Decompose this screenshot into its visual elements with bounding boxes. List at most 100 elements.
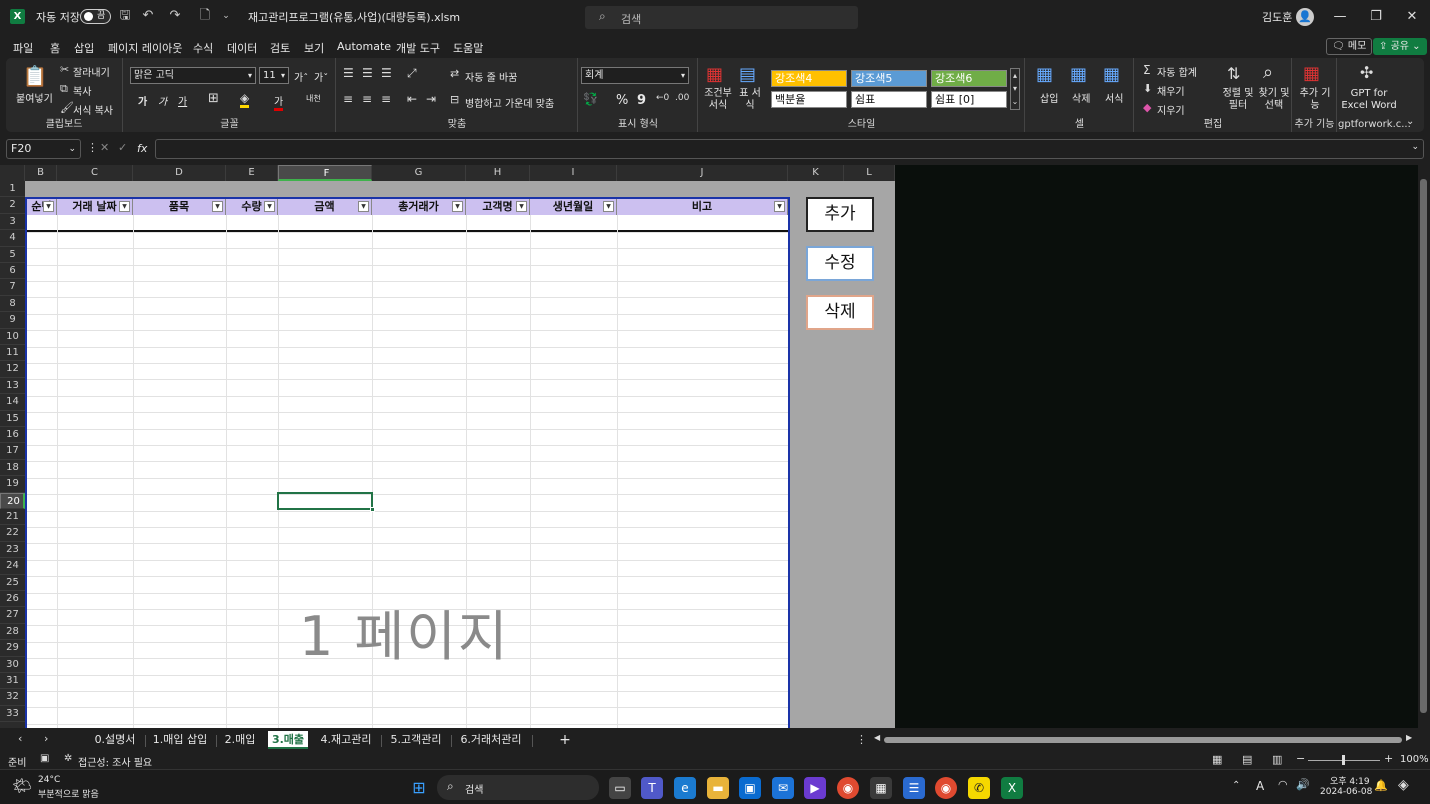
taskbar-search[interactable]: ⌕ 검색 [437,775,599,800]
copy-button[interactable]: 복사 [73,83,91,98]
memo-button[interactable]: 🗨 메모 [1326,38,1373,55]
zoom-out-icon[interactable]: − [1296,752,1305,765]
media-player-icon[interactable]: ▶ [804,777,826,799]
chrome-icon-2[interactable]: ◉ [935,777,957,799]
chrome-icon[interactable]: ◉ [837,777,859,799]
column-header[interactable]: C [57,165,133,181]
search-box[interactable]: ⌕ 검색 [585,6,858,29]
store-icon[interactable]: ▣ [739,777,761,799]
comma-button[interactable]: 9 [637,93,646,108]
normal-view-icon[interactable]: ▦ [1212,753,1222,766]
merge-center-button[interactable]: 병합하고 가운데 맞춤 [465,95,554,110]
close-icon[interactable]: ✕ [1402,7,1422,27]
kakaotalk-icon[interactable]: ✆ [968,777,990,799]
column-header-selected[interactable]: F [278,165,372,181]
tray-overflow-icon[interactable]: ⌃ [1232,780,1240,791]
paste-button[interactable]: 붙여넣기 [16,90,53,105]
tab-data[interactable]: 데이터 [227,40,257,56]
enter-icon[interactable]: ✓ [118,141,127,154]
teams-icon[interactable]: T [641,777,663,799]
filter-dropdown-icon[interactable]: ▼ [119,201,130,212]
prev-sheet-icon[interactable]: ‹ [18,732,22,745]
volume-icon[interactable]: 🔊 [1296,778,1310,791]
delete-cells-button[interactable]: 삭제 [1072,90,1090,105]
column-header[interactable]: K [788,165,844,181]
style-accent5[interactable]: 강조색5 [851,70,927,87]
row-header[interactable]: 29 [0,640,25,657]
filter-dropdown-icon[interactable]: ▼ [603,201,614,212]
formula-input[interactable]: ⌄ [155,139,1424,159]
sheet-tab[interactable]: 1.매입 삽입 [146,731,214,749]
table-header-cell[interactable]: 생년월일 ▼ [530,199,617,215]
notification-bell-icon[interactable]: 🔔 [1374,779,1388,792]
style-accent6[interactable]: 강조색6 [931,70,1007,87]
tab-view[interactable]: 보기 [304,40,324,56]
add-button[interactable]: 추가 [806,197,874,232]
redo-icon[interactable]: ↷ [167,8,183,24]
row-header[interactable]: 28 [0,624,25,641]
sheet-tab[interactable]: 2.매입 [217,731,263,749]
row-header[interactable]: 25 [0,575,25,591]
share-button[interactable]: ⇪ 공유 ⌄ [1373,38,1427,55]
increase-decimal-icon[interactable]: ←0 [656,93,669,103]
sheet-tab[interactable]: 0.설명서 [86,731,144,749]
filter-dropdown-icon[interactable]: ▼ [774,201,785,212]
windows-start-icon[interactable]: ⊞ [408,777,430,799]
row-header[interactable]: 19 [0,476,25,493]
row-header[interactable]: 10 [0,329,25,345]
row-header[interactable]: 26 [0,591,25,608]
font-color-button[interactable]: 가 [274,93,284,111]
excel-taskbar-icon[interactable]: X [1001,777,1023,799]
addins-button[interactable]: 추가 기능 [1299,88,1331,112]
style-comma[interactable]: 쉼표 [851,91,927,108]
row-header[interactable]: 17 [0,443,25,460]
decrease-decimal-icon[interactable]: .00 [675,93,689,103]
filter-dropdown-icon[interactable]: ▼ [212,201,223,212]
page-layout-view-icon[interactable]: ▤ [1242,753,1252,766]
tab-file[interactable]: 파일 [13,40,33,56]
weather-icon[interactable]: 🌤 [12,776,32,795]
copilot-icon[interactable]: ◈ [1398,777,1409,793]
cut-button[interactable]: 잘라내기 [73,64,110,79]
clock-date[interactable]: 2024-06-08 [1320,787,1372,797]
align-right-icon[interactable]: ≡ [381,92,391,106]
wifi-icon[interactable]: ◠ [1278,778,1288,791]
fill-color-icon[interactable]: ◈ [240,91,250,108]
row-header[interactable]: 31 [0,673,25,690]
row-header[interactable]: 7 [0,279,25,296]
filter-dropdown-icon[interactable]: ▼ [43,201,54,212]
mail-icon[interactable]: ✉ [772,777,794,799]
sheet-tab[interactable]: 4.재고관리 [313,731,379,749]
sheet-area[interactable]: 순번 ▼ 거래 날짜 ▼ 품목 ▼ 수량 ▼ 금액 ▼ 총거래가 ▼ 고객명 ▼ 생년월일 ▼ … [25,181,895,728]
format-cells-button[interactable]: 서식 [1105,90,1123,105]
task-view-icon[interactable]: ▭ [609,777,631,799]
column-header[interactable]: E [226,165,278,181]
row-header[interactable]: 15 [0,411,25,427]
tab-help[interactable]: 도움말 [453,40,483,56]
accessibility-status[interactable]: 접근성: 조사 필요 [78,754,152,769]
row-header[interactable]: 4 [0,230,25,247]
zoom-level[interactable]: 100% [1400,754,1429,765]
align-center-icon[interactable]: ≡ [362,92,372,106]
orientation-icon[interactable]: ⤢ [407,66,417,81]
column-header[interactable]: H [466,165,530,181]
save-icon[interactable]: 🖫 [117,8,133,24]
row-header[interactable]: 8 [0,296,25,313]
row-header[interactable]: 33 [0,706,25,723]
edit-button[interactable]: 수정 [806,246,874,281]
table-header-cell[interactable]: 총거래가 ▼ [372,199,466,215]
style-percent[interactable]: 백분율 [771,91,847,108]
row-header[interactable]: 5 [0,247,25,263]
align-middle-icon[interactable]: ☰ [362,66,373,80]
row-header[interactable]: 20 [0,492,25,509]
zoom-slider-thumb[interactable] [1342,755,1345,765]
row-header[interactable]: 22 [0,525,25,542]
column-header[interactable]: G [372,165,466,181]
delete-button[interactable]: 삭제 [806,295,874,330]
cancel-icon[interactable]: ✕ [100,141,109,154]
table-header-cell[interactable]: 거래 날짜 ▼ [57,199,133,215]
minimize-icon[interactable]: — [1330,7,1350,27]
user-name[interactable]: 김도훈 [1262,9,1292,25]
row-header[interactable]: 23 [0,542,25,559]
row-header[interactable]: 1 [0,181,25,198]
